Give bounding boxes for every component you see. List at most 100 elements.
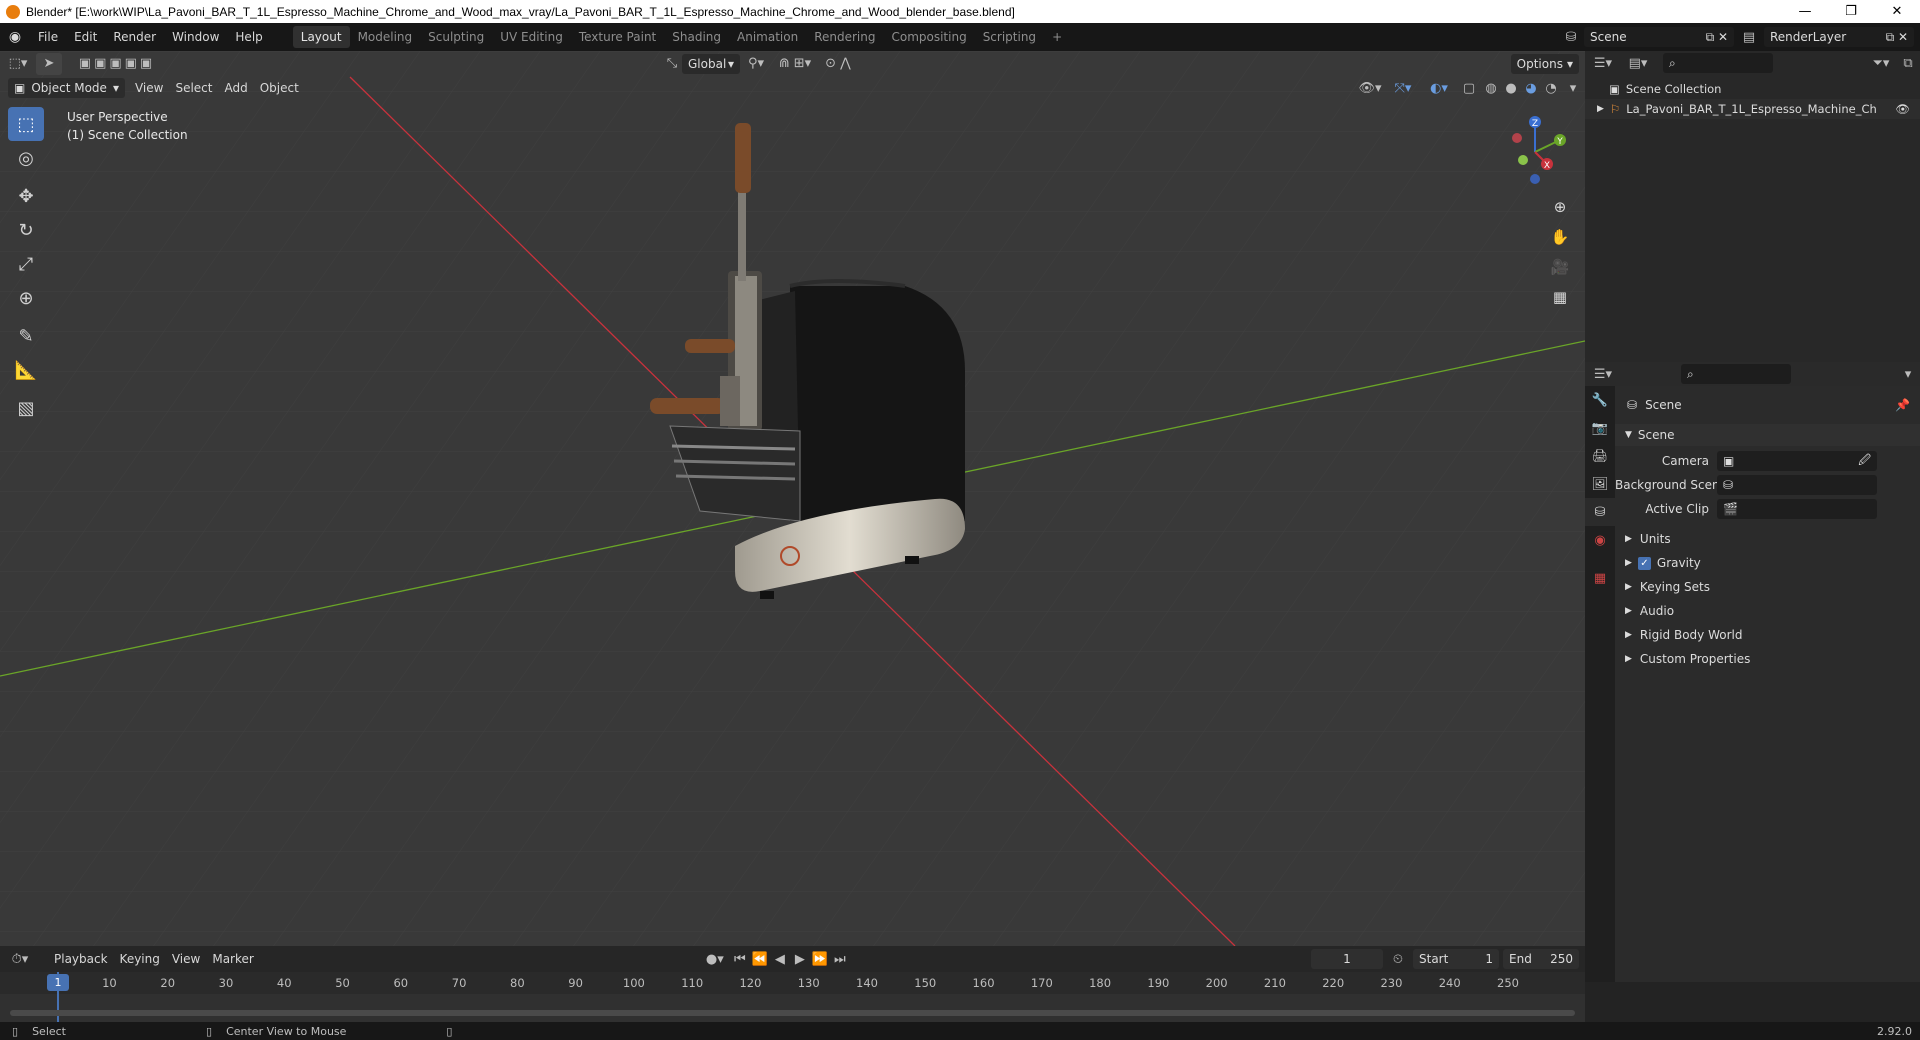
view-layer-tab-icon[interactable]: 🖼 [1585,470,1615,498]
viewport-menu-object[interactable]: Object [254,78,305,98]
new-collection-icon[interactable]: ⧉ [1896,56,1920,71]
timeline-menu-view[interactable]: View [166,949,206,969]
jump-start-icon[interactable]: ⏮ [730,952,750,967]
preview-range-icon[interactable]: ⏲ [1383,952,1413,967]
select-box-tool-icon[interactable]: ⬚ [8,107,44,141]
measure-tool-icon[interactable]: 📐 [8,353,44,387]
outliner-filter-icon[interactable]: ⏷▾ [1866,56,1896,71]
expand-arrow-icon[interactable]: ▶ [1597,104,1604,114]
select-tool-icon[interactable]: ➤ [36,52,62,75]
timeline-menu-playback[interactable]: Playback [48,949,114,969]
restore-button[interactable]: ❐ [1828,0,1874,23]
properties-editor-type-icon[interactable]: ☰▾ [1585,367,1621,382]
visibility-icon[interactable]: 👁▾ [1355,81,1385,96]
properties-search-input[interactable]: ⌕ [1681,364,1791,384]
menu-file[interactable]: File [30,23,66,51]
rotate-tool-icon[interactable]: ↻ [8,213,44,247]
add-workspace-button[interactable]: + [1044,26,1070,48]
workspace-tab-layout[interactable]: Layout [292,26,350,48]
outliner-scene-collection[interactable]: ▣ Scene Collection [1585,79,1920,99]
scale-tool-icon[interactable]: ⤢ [8,247,44,281]
jump-end-icon[interactable]: ⏭ [830,952,850,967]
pivot-point-icon[interactable]: ⚲▾ [740,56,772,71]
viewport-menu-view[interactable]: View [129,78,169,98]
play-reverse-icon[interactable]: ◀ [770,952,790,967]
scene-tab-icon[interactable]: ⛁ [1585,498,1615,526]
orientation-icon[interactable]: ⤡ [662,56,682,71]
timeline-editor-type-icon[interactable]: ⏱▾ [0,952,40,967]
render-layer-field[interactable]: RenderLayer ⧉ ✕ [1764,27,1914,47]
gizmo-toggle-icon[interactable]: ⤧▾ [1385,81,1421,96]
object-mode-dropdown[interactable]: ▣ Object Mode ▾ [8,78,125,98]
camera-view-icon[interactable]: 🎥 [1546,252,1574,282]
viewport-menu-select[interactable]: Select [169,78,218,98]
overlay-toggle-icon[interactable]: ◐▾ [1421,81,1457,96]
options-dropdown[interactable]: Options ▾ [1510,53,1579,74]
world-tab-icon[interactable]: ◉ [1585,526,1615,554]
workspace-tab-texture-paint[interactable]: Texture Paint [571,26,664,48]
render-layer-new-icon[interactable]: ⧉ ✕ [1886,30,1908,45]
close-button[interactable]: ✕ [1874,0,1920,23]
gravity-checkbox[interactable]: ✓ [1637,556,1651,570]
minimize-button[interactable]: — [1782,0,1828,23]
workspace-tab-rendering[interactable]: Rendering [806,26,883,48]
jump-keyframe-back-icon[interactable]: ⏪ [750,952,770,967]
blender-menu-icon[interactable]: ◉ [0,29,30,45]
menu-window[interactable]: Window [164,23,227,51]
custom-properties-section[interactable]: ▶ Custom Properties [1615,648,1920,670]
scene-selector-icon[interactable]: ⛁ [1558,30,1584,45]
xray-icon[interactable]: ▢ [1457,81,1481,96]
camera-field[interactable]: ▣ 🖉 [1717,451,1877,471]
ortho-grid-icon[interactable]: ▦ [1546,282,1574,312]
start-frame-field[interactable]: Start 1 [1413,949,1499,969]
wireframe-shading-icon[interactable]: ◍ [1481,81,1501,96]
snap-icon[interactable]: ⋒ ⊞▾ [772,56,818,71]
workspace-tab-modeling[interactable]: Modeling [350,26,421,48]
frame-ruler[interactable]: 1102030405060708090100110120130140150160… [0,972,1585,994]
outliner-search-input[interactable]: ⌕ [1663,53,1773,73]
menu-edit[interactable]: Edit [66,23,105,51]
timeline-scrollbar[interactable] [10,1010,1575,1016]
workspace-tab-shading[interactable]: Shading [664,26,729,48]
render-tab-icon[interactable]: 📷 [1585,414,1615,442]
viewport-menu-add[interactable]: Add [218,78,253,98]
pin-icon[interactable]: 📌 [1895,398,1910,412]
solid-shading-icon[interactable]: ● [1501,81,1521,96]
transform-orientation-dropdown[interactable]: Global ▾ [682,53,740,74]
current-frame-field[interactable]: 1 [1311,949,1383,969]
menu-help[interactable]: Help [227,23,270,51]
cursor-tool-icon[interactable]: ◎ [8,141,44,175]
keying-sets-section[interactable]: ▶ Keying Sets [1615,576,1920,598]
move-tool-icon[interactable]: ✥ [8,179,44,213]
annotate-tool-icon[interactable]: ✎ [8,319,44,353]
menu-render[interactable]: Render [105,23,164,51]
workspace-tab-compositing[interactable]: Compositing [883,26,974,48]
active-clip-field[interactable]: 🎬 [1717,499,1877,519]
rendered-shading-icon[interactable]: ◔ [1541,81,1561,96]
material-shading-icon[interactable]: ◕ [1521,81,1541,96]
scene-panel-header[interactable]: ▼ Scene [1615,424,1920,446]
workspace-tab-uv-editing[interactable]: UV Editing [492,26,571,48]
timeline-menu-marker[interactable]: Marker [206,949,259,969]
playhead-marker[interactable]: 1 [47,974,69,991]
units-section[interactable]: ▶ Units [1615,528,1920,550]
proportional-edit-icon[interactable]: ⊙ ⋀ [818,56,858,71]
eyedropper-icon[interactable]: 🖉 [1858,451,1871,472]
add-cube-tool-icon[interactable]: ▧ [8,391,44,425]
scene-field[interactable]: Scene ⧉ ✕ [1584,27,1734,47]
workspace-tab-animation[interactable]: Animation [729,26,806,48]
end-frame-field[interactable]: End 250 [1503,949,1579,969]
pan-hand-icon[interactable]: ✋ [1546,222,1574,252]
outliner-display-mode-icon[interactable]: ▤▾ [1621,56,1655,71]
record-icon[interactable]: ●▾ [700,952,730,967]
output-tab-icon[interactable]: 🖨 [1585,442,1615,470]
zoom-icon[interactable]: ⊕ [1546,192,1574,222]
scene-new-icon[interactable]: ⧉ ✕ [1706,30,1728,45]
tool-tab-icon[interactable]: 🔧 [1585,386,1615,414]
properties-options-icon[interactable]: ▾ [1896,367,1920,382]
shading-options-icon[interactable]: ▾ [1561,81,1585,96]
timeline-menu-keying[interactable]: Keying [114,949,166,969]
3d-viewport[interactable] [0,51,1585,946]
play-icon[interactable]: ▶ [790,952,810,967]
visibility-eye-icon[interactable]: 👁 [1895,102,1910,116]
